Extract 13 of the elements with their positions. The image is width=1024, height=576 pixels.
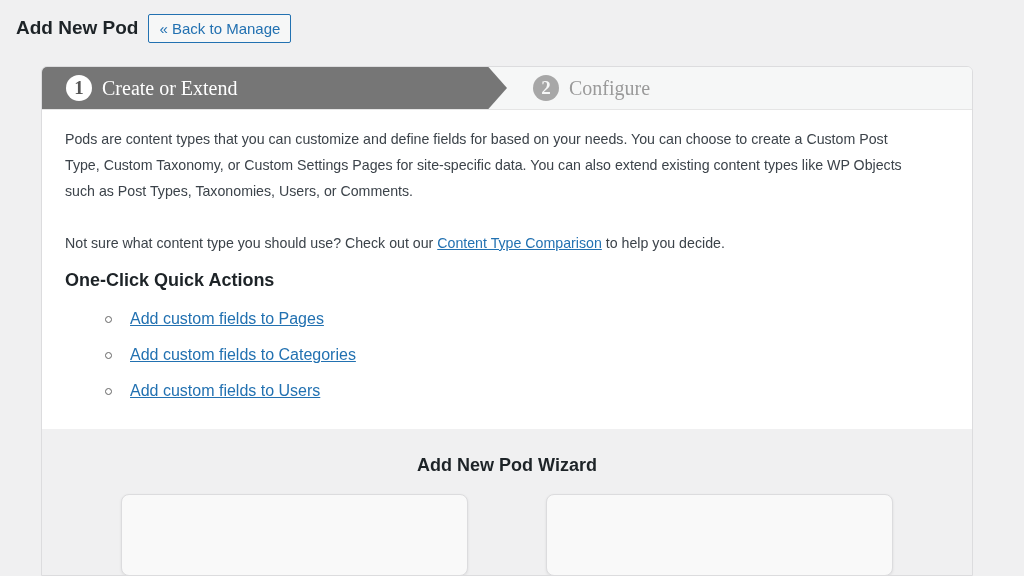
section-heading: One-Click Quick Actions: [65, 270, 276, 291]
back-button[interactable]: « Back to Manage: [148, 13, 292, 43]
wizard-step[interactable]: 1 Create or Extend: [42, 67, 507, 109]
quick-action-link[interactable]: Add custom fields to Categories: [130, 346, 356, 364]
quick-action-link[interactable]: Add custom fields to Users: [130, 382, 321, 400]
wizard-title: Add New Pod Wizard: [416, 455, 598, 476]
intro-text: Pods are content types that you can customize and define fields for based on your needs. You can choose to create a Custom Post Type, Custom Taxonomy, or Custom Settings Pages for site-specific data. You can also extend existing content types like WP Objects such as Post Types, Taxonomies, Users, or Comments.: [65, 130, 903, 201]
help-text: Not sure what content type you should use? Check out our Content Type Comparison to help you decide.: [65, 234, 726, 253]
page-title: Add New Pod: [16, 17, 139, 39]
quick-action-link[interactable]: Add custom fields to Pages: [130, 310, 324, 328]
comparison-link[interactable]: Content Type Comparison: [437, 235, 602, 251]
option-card[interactable]: [546, 494, 893, 575]
option-card[interactable]: [121, 494, 468, 575]
